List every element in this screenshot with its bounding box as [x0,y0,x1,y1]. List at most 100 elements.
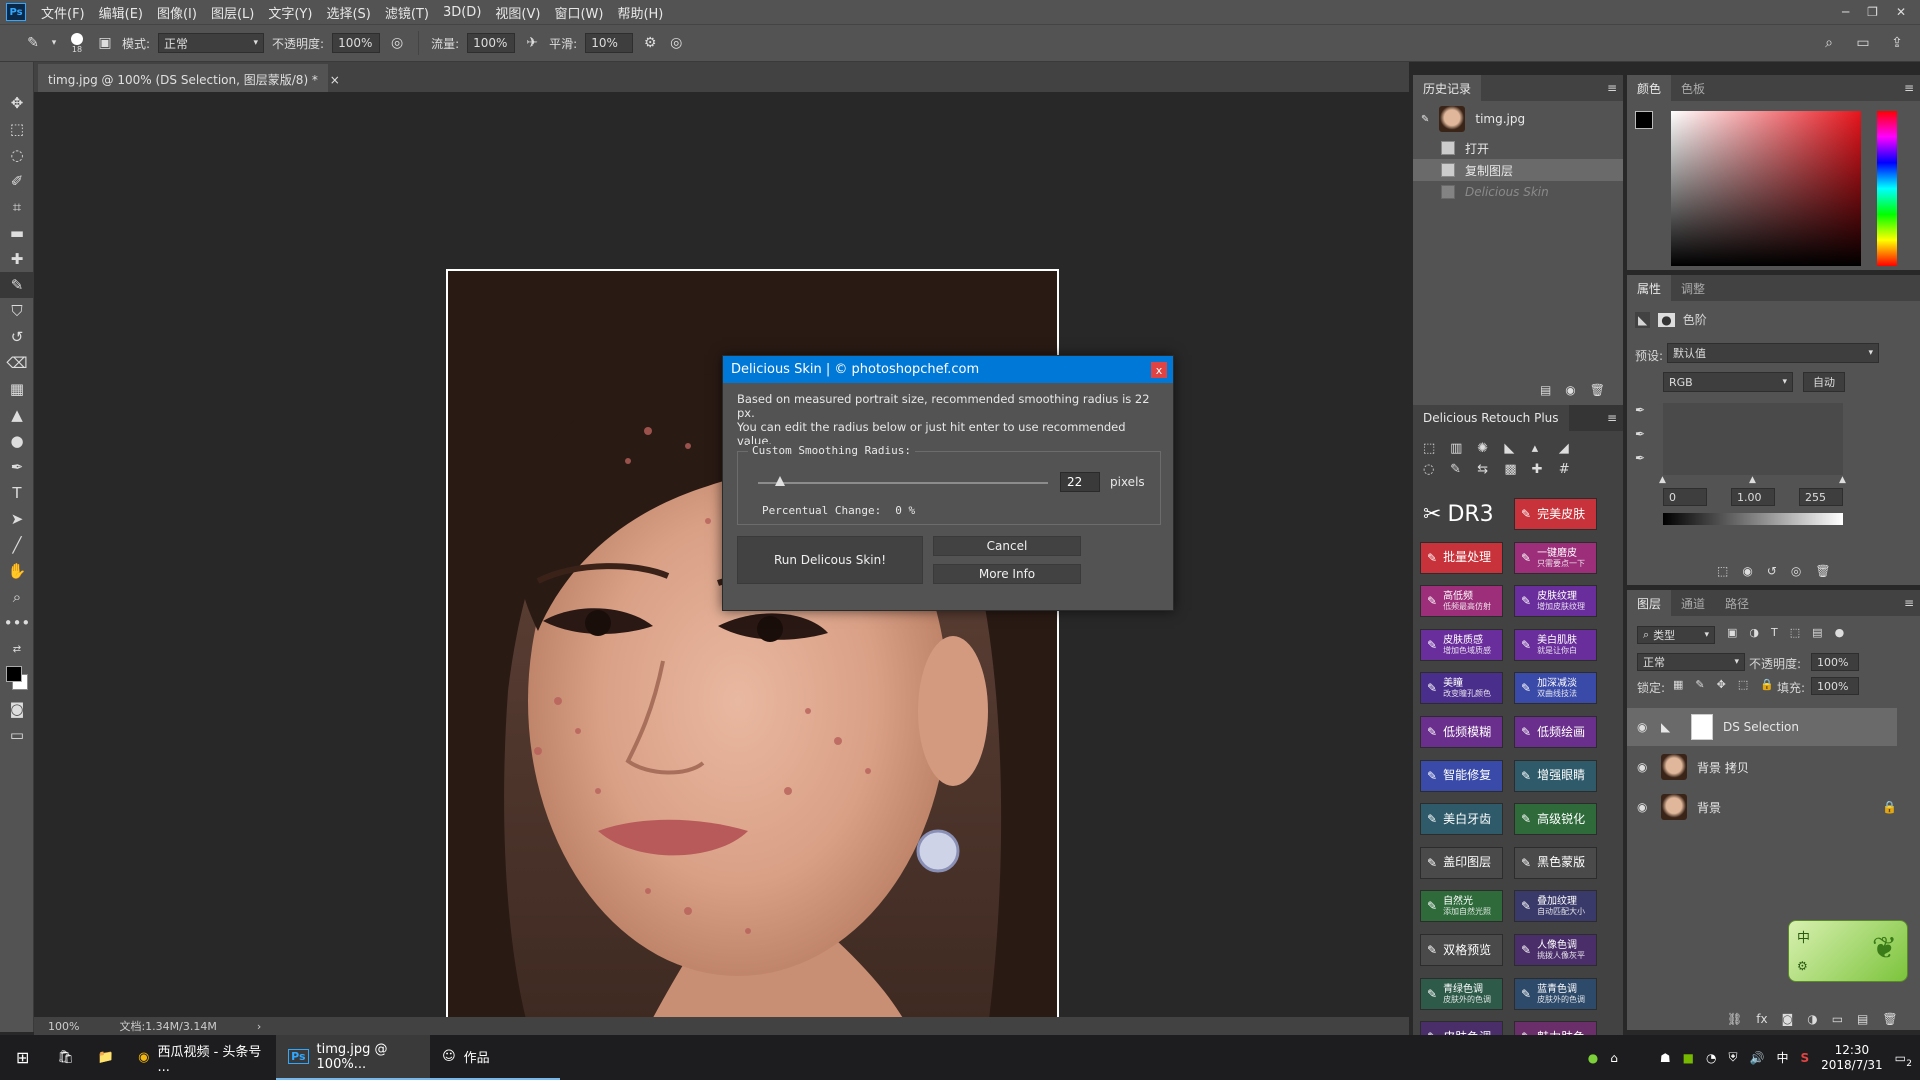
type-tool-icon[interactable]: T [0,480,34,506]
history-brush-tool-icon[interactable]: ↺ [0,324,34,350]
retouch-button[interactable]: ✎ 批量处理 [1420,541,1503,574]
trash-icon[interactable]: 🗑 [1590,383,1605,397]
sogou-icon[interactable]: S [1800,1051,1809,1065]
nvidia-icon[interactable]: ■ [1683,1051,1694,1065]
new-document-icon[interactable]: ▤ [1540,383,1551,397]
lasso-tool-icon[interactable]: ◌ [0,142,34,168]
smart-filter-icon[interactable]: ▤ [1812,626,1822,639]
curves-icon[interactable]: ▴ [1532,441,1559,456]
gray-point-eyedropper-icon[interactable]: ✒ [1635,427,1645,441]
swap-colors-icon[interactable]: ⇄ [0,636,34,662]
explorer-button[interactable]: 📁 [86,1035,126,1080]
lock-artboard-icon[interactable]: ⬚ [1738,678,1748,691]
lock-transparent-icon[interactable]: ▦ [1673,678,1683,691]
retouch-button[interactable]: ✎ 加深减淡 双曲线技法 [1514,672,1597,705]
panel-menu-icon[interactable]: ≡ [1607,411,1623,425]
color-swatches[interactable] [0,662,34,696]
eye-icon[interactable]: ◉ [1637,760,1651,774]
histogram-icon[interactable]: ◢ [1559,441,1586,456]
retouch-button[interactable]: ✎ 自然光 添加自然光照 [1420,890,1503,923]
crop-tool-icon[interactable]: ⌗ [0,194,34,220]
marquee-tool-icon[interactable]: ⬚ [0,116,34,142]
black-level-input[interactable]: 0 [1663,488,1707,506]
new-layer-icon[interactable]: ▤ [1857,1012,1868,1026]
swap-icon[interactable]: ⇆ [1477,462,1504,477]
type-filter-icon[interactable]: T [1771,626,1778,639]
blur-tool-icon[interactable]: ▲ [0,402,34,428]
trash-icon[interactable]: 🗑 [1882,1012,1897,1026]
chevron-down-icon[interactable]: ▾ [50,34,58,52]
tab-properties[interactable]: 属性 [1627,275,1672,301]
pressure-size-icon[interactable]: ◎ [667,34,685,52]
wifi-icon[interactable]: ◔ [1706,1051,1716,1065]
panel-menu-icon[interactable]: ≡ [1904,596,1920,610]
close-window-icon[interactable]: ✕ [1896,5,1906,19]
adjustment-layer-icon[interactable]: ◑ [1807,1012,1817,1026]
retouch-button[interactable]: ✎ 美白牙齿 [1420,803,1503,836]
gear-icon[interactable]: ⚙ [641,34,659,52]
layer-row[interactable]: ◉ ◣ DS Selection [1627,708,1897,746]
white-level-input[interactable]: 255 [1799,488,1843,506]
layer-mask-thumbnail[interactable] [1691,714,1713,740]
taskbar-item[interactable]: ☺ 作品 [430,1035,561,1080]
pressure-opacity-icon[interactable]: ◎ [388,34,406,52]
chevron-right-icon[interactable]: › [257,1020,261,1033]
blend-mode-select[interactable]: 正常 ▾ [1637,653,1745,671]
tab-adjustments[interactable]: 调整 [1671,275,1715,301]
line-tool-icon[interactable]: ╱ [0,532,34,558]
taskbar-item[interactable]: ◉ 西瓜视频 - 头条号 ... [126,1035,276,1080]
gradient-tool-icon[interactable]: ▦ [0,376,34,402]
hue-slider[interactable] [1877,111,1897,266]
clip-to-layer-icon[interactable]: ⬚ [1717,564,1728,578]
view-previous-icon[interactable]: ◉ [1742,564,1752,578]
retouch-button[interactable]: ✎ 美白肌肤 就是让你白 [1514,628,1597,661]
retouch-button[interactable]: ✎ 低频模糊 [1420,716,1503,748]
search-icon[interactable]: ⌕ [1820,34,1838,52]
eraser-tool-icon[interactable]: ⌫ [0,350,34,376]
zoom-tool-icon[interactable]: ⌕ [0,584,34,610]
tray-app-icon[interactable]: ● [1588,1051,1598,1065]
lock-position-icon[interactable]: ✥ [1717,678,1726,691]
color-field[interactable] [1671,111,1861,266]
brush-icon[interactable]: ✎ [1450,462,1477,477]
history-item[interactable]: 复制图层 [1413,159,1623,181]
radius-input[interactable]: 22 [1060,472,1100,492]
retouch-button[interactable]: ✎ 完美皮肤 [1514,498,1597,530]
close-tab-icon[interactable]: × [330,73,340,87]
history-snapshot[interactable]: ✎ timg.jpg [1413,101,1623,137]
retouch-button[interactable]: ✎ 皮肤纹理 增加皮肤纹理 [1514,585,1597,618]
gray-point-thumb[interactable]: ▲ [1749,475,1756,485]
volume-icon[interactable]: 🔊 [1750,1051,1765,1065]
run-button[interactable]: Run Delicous Skin! [737,536,923,584]
opacity-input[interactable]: 100% [332,33,381,53]
brush-tool-icon[interactable]: ✎ [0,272,34,298]
tab-color[interactable]: 颜色 [1627,75,1672,101]
pixel-filter-icon[interactable]: ▣ [1727,626,1737,639]
panel-menu-icon[interactable]: ≡ [1904,81,1920,95]
preset-select[interactable]: 默认值 ▾ [1667,343,1879,363]
restore-icon[interactable]: ❐ [1867,5,1878,19]
start-button[interactable]: ⊞ [0,1035,45,1080]
tab-layers[interactable]: 图层 [1627,590,1672,616]
layer-icon[interactable]: ▩ [1504,462,1531,477]
panel-menu-icon[interactable]: ≡ [1607,81,1623,95]
visibility-icon[interactable]: ◎ [1791,564,1801,578]
menu-filter[interactable]: 滤镜(T) [378,3,436,22]
tab-paths[interactable]: 路径 [1715,590,1759,616]
sun-icon[interactable]: ✺ [1477,441,1504,456]
layer-row[interactable]: ◉ 背景 拷贝 [1627,748,1897,786]
retouch-button[interactable]: ✎ 盖印图层 [1420,846,1503,879]
menu-view[interactable]: 视图(V) [488,3,547,22]
add-mask-icon[interactable]: ◙ [1782,1012,1794,1026]
layer-row[interactable]: ◉ 背景 🔒 [1627,788,1897,826]
fx-icon[interactable]: fx [1756,1012,1767,1026]
adjustment-filter-icon[interactable]: ◑ [1749,626,1759,639]
ime-widget[interactable]: 中 ⚙ ❦ [1788,920,1908,982]
smoothing-input[interactable]: 10% [585,33,634,53]
tab-swatches[interactable]: 色板 [1671,75,1715,101]
retouch-button[interactable]: ✎ 叠加纹理 自动匹配大小 [1514,890,1597,923]
retouch-button[interactable]: ✎ 皮肤质感 增加色域质感 [1420,628,1503,661]
retouch-button[interactable]: ✎ 增强眼睛 [1514,759,1597,792]
levels-icon[interactable]: ◣ [1635,311,1651,328]
store-button[interactable]: 🛍 [45,1035,86,1080]
